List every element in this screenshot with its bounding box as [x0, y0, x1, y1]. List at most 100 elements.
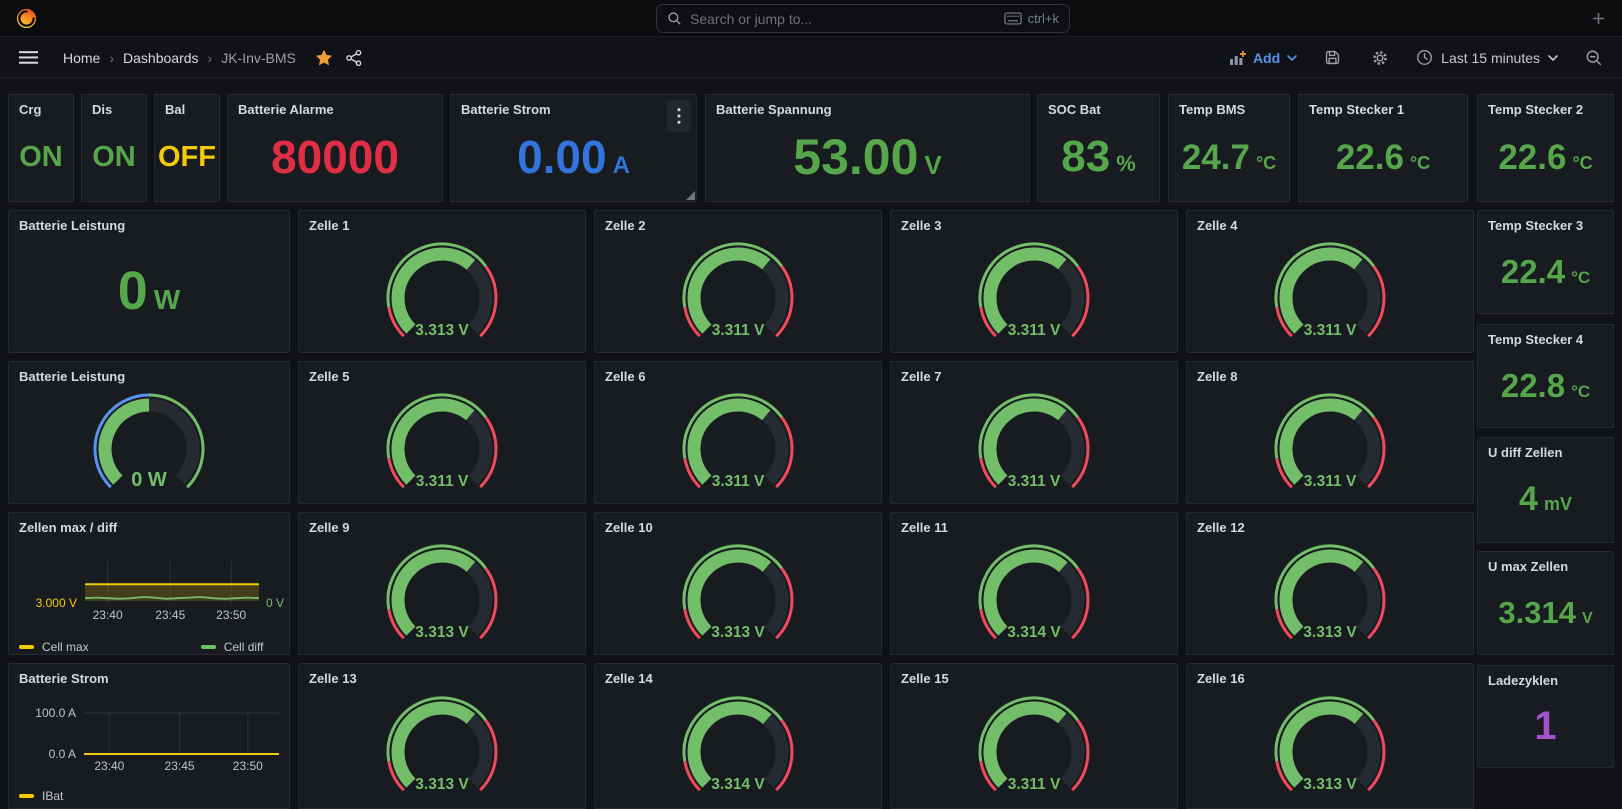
panel-title[interactable]: Zelle 11	[891, 513, 1177, 539]
gauge-value-label: 3.314 V	[1007, 624, 1061, 641]
panel-title[interactable]: Batterie Leistung	[9, 362, 289, 388]
panel-title[interactable]: U max Zellen	[1478, 552, 1613, 578]
panel-title[interactable]: Zelle 10	[595, 513, 881, 539]
stat-value-area: ON	[9, 121, 73, 193]
stat-panel-batterie-leistung: Batterie Leistung0W	[8, 210, 290, 353]
panel-title[interactable]: Temp BMS	[1169, 95, 1289, 121]
panel-title[interactable]: Dis	[82, 95, 146, 121]
stat-value-area: 22.4 °C	[1478, 237, 1613, 305]
panel-title[interactable]: Zelle 12	[1187, 513, 1473, 539]
stat-value-area: OFF	[155, 121, 219, 193]
gauge: 3.311 V	[1187, 388, 1473, 501]
stat-value-area: 53.00V	[706, 121, 1029, 193]
time-range-picker[interactable]: Last 15 minutes	[1416, 49, 1558, 66]
stat-value: 0.00	[517, 134, 607, 180]
breadcrumb-current: JK-Inv-BMS	[221, 50, 296, 66]
stat-panel-bal: BalOFF	[154, 94, 220, 202]
panel-title[interactable]: Bal	[155, 95, 219, 121]
stat-value: ON	[92, 143, 136, 172]
gauge: 3.311 V	[891, 237, 1177, 350]
panel-title[interactable]: U diff Zellen	[1478, 438, 1613, 464]
dashboard-settings-gear-icon[interactable]	[1368, 46, 1392, 70]
panel-title[interactable]: Zelle 15	[891, 664, 1177, 690]
stat-panel-temp-stecker-1: Temp Stecker 122.6°C	[1298, 94, 1468, 202]
stat-unit: %	[1116, 153, 1136, 175]
add-label: Add	[1253, 50, 1280, 66]
gauge-value-label: 3.314 V	[711, 776, 765, 793]
stat-panel-temp-stecker-2: Temp Stecker 222.6°C	[1477, 94, 1614, 202]
panel-title[interactable]: Temp Stecker 4	[1478, 325, 1613, 351]
panel-title[interactable]: Zelle 5	[299, 362, 585, 388]
breadcrumb-dashboards[interactable]: Dashboards	[123, 50, 199, 66]
gauge: 3.311 V	[891, 690, 1177, 806]
stat-value-area: 83%	[1038, 121, 1159, 193]
panel-title[interactable]: Temp Stecker 3	[1478, 211, 1613, 237]
panel-menu-kebab-icon[interactable]	[667, 100, 691, 132]
panel-title[interactable]: Zelle 7	[891, 362, 1177, 388]
toolbar-left: Home › Dashboards › JK-Inv-BMS	[16, 46, 366, 70]
gauge-panel-zelle-1: Zelle 1 3.313 V	[298, 210, 586, 353]
new-tab-plus-icon[interactable]	[1588, 8, 1608, 28]
panel-title[interactable]: Zelle 13	[299, 664, 585, 690]
panel-title[interactable]: Zelle 2	[595, 211, 881, 237]
x-axis-tick-label: 23:50	[233, 759, 263, 773]
stat-value: 0	[118, 264, 148, 318]
menu-toggle-button[interactable]	[16, 46, 41, 69]
search-shortcut-label: ctrl+k	[1028, 11, 1059, 26]
panel-title[interactable]: Temp Stecker 1	[1299, 95, 1467, 121]
breadcrumb: Home › Dashboards › JK-Inv-BMS	[63, 50, 296, 66]
gauge-value-label: 3.311 V	[712, 473, 765, 490]
zoom-out-icon[interactable]	[1582, 46, 1606, 70]
stat-value: 80000	[271, 134, 399, 180]
chart-legend: Cell max Cell diff	[19, 640, 283, 654]
y-axis-right-tick-label: 0 V	[266, 596, 284, 610]
gauge-panel-zelle-9: Zelle 93.313 V	[298, 512, 586, 655]
gauge-value-label: 3.311 V	[416, 473, 469, 490]
x-axis-tick-label: 23:40	[93, 608, 123, 622]
favorite-star-icon[interactable]	[312, 46, 336, 69]
x-axis-tick-label: 23:50	[216, 608, 246, 622]
panel-title[interactable]: Zelle 3	[891, 211, 1177, 237]
stat-unit: mV	[1544, 495, 1572, 513]
stat-panel-temp-stecker-3: Temp Stecker 3 22.4 °C	[1477, 210, 1614, 314]
save-dashboard-icon[interactable]	[1321, 46, 1344, 69]
search-box[interactable]: ctrl+k	[656, 4, 1070, 33]
legend-item[interactable]: Cell max	[19, 640, 89, 654]
chart-panel-zellen-max-diff: Zellen max / diff23:4023:4523:503.000 V0…	[8, 512, 290, 655]
hamburger-icon	[19, 49, 38, 66]
panel-title[interactable]: Zelle 6	[595, 362, 881, 388]
panel-resize-handle[interactable]	[686, 191, 695, 200]
panel-title[interactable]: Zelle 8	[1187, 362, 1473, 388]
search-input[interactable]	[690, 11, 996, 27]
grafana-logo[interactable]	[14, 6, 38, 30]
gauge-value-label: 3.313 V	[415, 322, 469, 339]
panel-title[interactable]: Zelle 1	[299, 211, 585, 237]
panel-title[interactable]: Batterie Spannung	[706, 95, 1029, 121]
stat-value: 3.314	[1498, 597, 1576, 628]
panel-title[interactable]: Batterie Strom	[451, 95, 696, 121]
panel-title[interactable]: Crg	[9, 95, 73, 121]
panel-title[interactable]: Ladezyklen	[1478, 666, 1613, 692]
panel-title[interactable]: Zelle 4	[1187, 211, 1473, 237]
y-axis-tick-label: 100.0 A	[35, 706, 76, 720]
panel-title[interactable]: Temp Stecker 2	[1478, 95, 1613, 121]
panel-title[interactable]: Zelle 14	[595, 664, 881, 690]
stat-unit: °C	[1571, 269, 1590, 286]
stat-value: 22.4	[1501, 255, 1565, 288]
gauge-panel-zelle-3: Zelle 33.311 V	[890, 210, 1178, 353]
panel-title[interactable]: Zelle 16	[1187, 664, 1473, 690]
legend-label: Cell diff	[224, 640, 264, 654]
add-panel-button[interactable]: Add	[1229, 50, 1297, 66]
panel-title[interactable]: Zelle 9	[299, 513, 585, 539]
panel-title[interactable]: SOC Bat	[1038, 95, 1159, 121]
panel-title[interactable]: Batterie Leistung	[9, 211, 289, 237]
breadcrumb-home[interactable]: Home	[63, 50, 100, 66]
stat-panel-dis: Dis ON	[81, 94, 147, 202]
legend-item[interactable]: IBat	[19, 789, 63, 803]
gauge: 3.311 V	[595, 388, 881, 501]
chart-panel-batterie-strom: Batterie Strom23:4023:4523:50100.0 A0.0 …	[8, 663, 290, 809]
legend-item[interactable]: Cell diff	[201, 640, 264, 654]
share-icon[interactable]	[342, 46, 366, 70]
panel-title[interactable]: Batterie Alarme	[228, 95, 442, 121]
gauge-panel-zelle-4: Zelle 43.311 V	[1186, 210, 1474, 353]
